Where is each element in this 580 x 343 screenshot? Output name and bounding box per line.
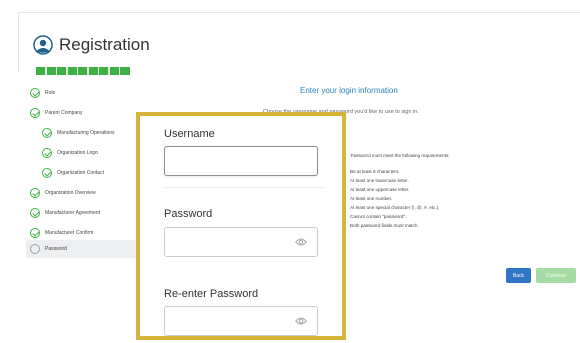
sidebar-item-label: Organization Contact [57,170,104,176]
sidebar-item-manufacturing-operations[interactable]: Manufacturing Operations [42,124,115,142]
sidebar-item-label: Organization Overview [45,190,96,196]
reenter-password-label: Re-enter Password [164,288,259,300]
empty-circle-icon [30,244,40,254]
back-button[interactable]: Back [506,268,531,283]
check-circle-icon [42,128,52,138]
sidebar-item-parent-company[interactable]: Parent Company [30,104,83,122]
reenter-password-field[interactable] [164,306,318,336]
check-circle-icon [30,188,40,198]
progress-segment [88,67,98,75]
username-field[interactable] [164,146,318,176]
check-circle-icon [30,208,40,218]
progress-segment [109,67,119,75]
progress-segment [120,67,130,75]
page-header: Registration [18,12,580,72]
progress-segment [67,67,77,75]
check-circle-icon [30,228,40,238]
username-label: Username [164,128,215,140]
password-requirements: Password must meet the following require… [350,152,490,230]
check-circle-icon [42,148,52,158]
sidebar-item-label: Manufacturer Confirm [45,230,94,236]
progress-segment [78,67,87,75]
requirement-item: At least one special character (!, @, #,… [350,205,440,210]
requirement-item: Both password fields must match. [350,223,419,228]
check-circle-icon [42,168,52,178]
sidebar-item-label: Role [45,90,56,96]
password-field[interactable] [164,227,318,257]
sidebar-item-organization-logo[interactable]: Organization Logo [42,144,98,162]
sidebar-item-label: Organization Logo [57,150,98,156]
continue-button[interactable]: Continue [536,268,576,283]
check-circle-icon [30,108,40,118]
page-title: Registration [59,35,150,54]
registration-page: Registration Role Parent Company Manufac… [0,0,580,343]
requirement-item: At least one lowercase letter. [350,178,409,183]
sidebar-item-organization-contact[interactable]: Organization Contact [42,164,104,182]
eye-icon[interactable] [295,237,307,247]
requirements-heading: Password must meet the following require… [350,153,450,158]
sidebar-item-label: Manufacturer Agreement [45,210,101,216]
sidebar-item-label: Parent Company [45,110,83,116]
requirement-item: Cannot contain "password". [350,214,407,219]
sidebar-item-label: Password [45,246,67,252]
eye-icon[interactable] [295,316,307,326]
requirement-item: At least one number. [350,196,393,201]
progress-segment [99,67,108,75]
progress-segment [57,67,66,75]
requirement-item: At least one uppercase letter. [350,187,410,192]
login-form-zoom-panel: Username Password Re-enter Password [136,112,346,340]
content-title: Enter your login information [300,86,398,95]
sidebar-item-manufacturer-agreement[interactable]: Manufacturer Agreement [30,204,100,222]
user-circle-icon [33,35,53,55]
progress-segment [36,67,45,75]
sidebar-item-password[interactable]: Password [26,240,136,258]
sidebar-item-label: Manufacturing Operations [57,130,115,136]
password-label: Password [164,208,213,220]
sidebar-steps: Role Parent Company Manufacturing Operat… [26,80,136,260]
sidebar-item-organization-overview[interactable]: Organization Overview [30,184,96,202]
divider [164,187,324,188]
progress-segment [46,67,56,75]
progress-bar [36,67,130,75]
check-circle-icon [30,88,40,98]
sidebar-item-role[interactable]: Role [30,84,55,102]
requirement-item: Be at least 8 characters. [350,169,400,174]
